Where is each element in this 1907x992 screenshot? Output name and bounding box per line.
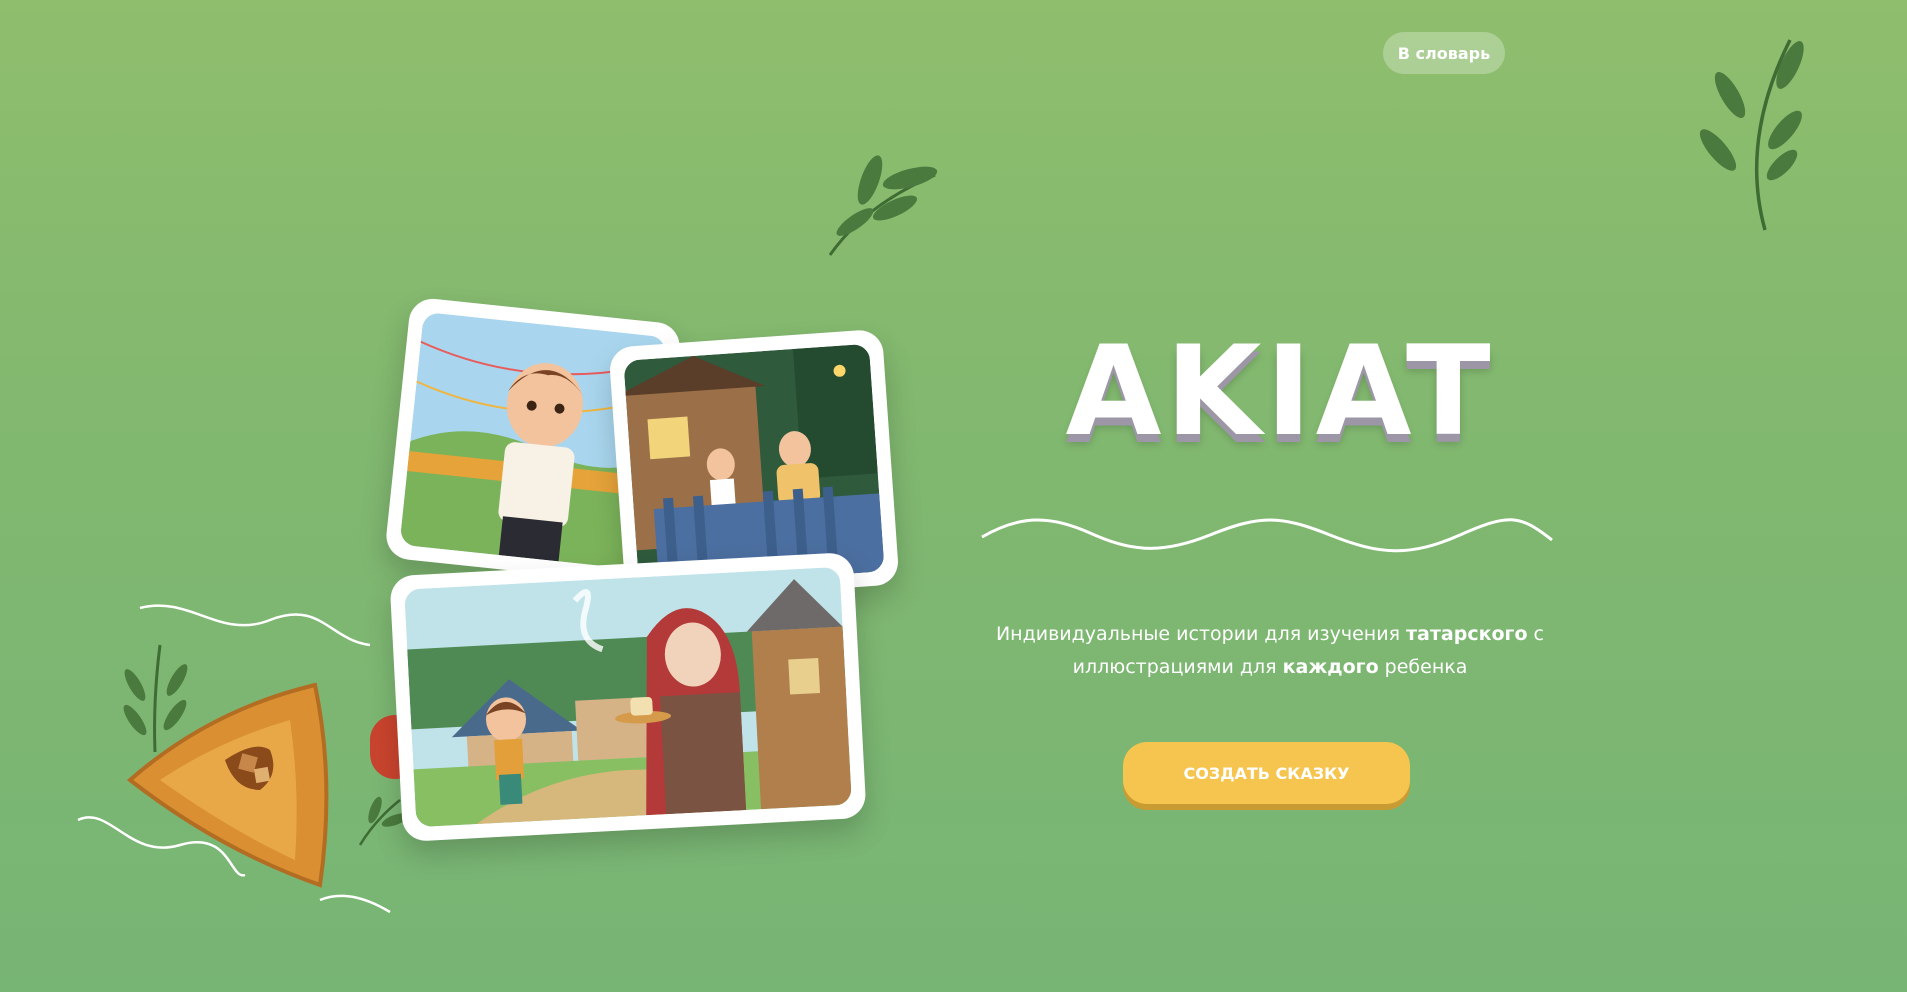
tagline-text: ребенка xyxy=(1378,656,1468,678)
tagline-text: Индивидуальные истории для изучения xyxy=(995,623,1407,645)
illustration-card-village-tea xyxy=(389,552,867,842)
tagline-text: иллюстрациями для xyxy=(1072,656,1283,678)
hero-tagline: Индивидуальные истории для изучения тата… xyxy=(990,618,1550,684)
brand-logo: AKIAT xyxy=(1065,320,1495,464)
tagline-text: с xyxy=(1527,623,1545,645)
wave-divider-icon xyxy=(981,518,1553,553)
echpochmak-pastry-icon xyxy=(126,682,329,888)
tagline-line-2: иллюстрациями для каждого ребенка xyxy=(990,651,1550,684)
leaf-branch-icon xyxy=(1699,39,1804,231)
dictionary-button[interactable]: В словарь xyxy=(1383,32,1505,74)
tagline-bold: каждого xyxy=(1282,656,1379,678)
leaf-branch-icon xyxy=(828,155,938,256)
tagline-bold: татарского xyxy=(1406,623,1528,645)
tagline-line-1: Индивидуальные истории для изучения тата… xyxy=(990,618,1550,651)
create-story-button[interactable]: СОЗДАТЬ СКАЗКУ xyxy=(1123,742,1410,804)
